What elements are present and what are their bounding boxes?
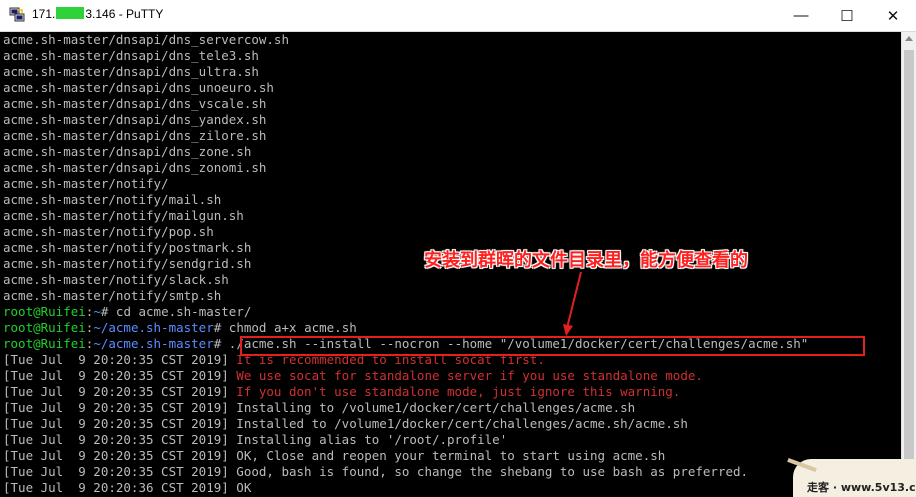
title-bar[interactable]: 171. 3.146 - PuTTY — ☐ ✕ <box>0 0 916 32</box>
listing-line: acme.sh-master/notify/pop.sh <box>3 224 214 239</box>
listing-line: acme.sh-master/dnsapi/dns_ultra.sh <box>3 64 259 79</box>
log-timestamp: [Tue Jul 9 20:20:35 CST 2019] <box>3 384 229 399</box>
listing-line: acme.sh-master/dnsapi/dns_servercow.sh <box>3 32 289 47</box>
watermark-text: 走客 · www.5v13.com <box>807 481 916 494</box>
listing-line: acme.sh-master/dnsapi/dns_yandex.sh <box>3 112 267 127</box>
close-button[interactable]: ✕ <box>870 0 916 31</box>
listing-line: acme.sh-master/dnsapi/dns_vscale.sh <box>3 96 267 111</box>
log-line: [Tue Jul 9 20:20:35 CST 2019] Good, bash… <box>3 464 748 480</box>
listing-line: acme.sh-master/dnsapi/dns_zonomi.sh <box>3 160 267 175</box>
annotation-arrow-icon <box>563 271 582 336</box>
log-message: OK, Close and reopen your terminal to st… <box>228 448 666 463</box>
log-timestamp: [Tue Jul 9 20:20:35 CST 2019] <box>3 416 229 431</box>
vertical-scrollbar[interactable] <box>901 32 916 497</box>
scrollbar-thumb[interactable] <box>904 50 914 490</box>
window-title-suffix: 3.146 - PuTTY <box>85 7 164 21</box>
log-line: [Tue Jul 9 20:20:35 CST 2019] OK, Close … <box>3 448 665 464</box>
minimize-icon: — <box>793 7 809 24</box>
prompt-path: ~/acme.sh-master <box>93 336 214 351</box>
log-line: [Tue Jul 9 20:20:36 CST 2019] OK <box>3 480 251 496</box>
log-message: Installing to /volume1/docker/cert/chall… <box>228 400 636 415</box>
scroll-up-arrow-icon[interactable] <box>905 36 913 41</box>
maximize-icon: ☐ <box>840 7 854 25</box>
listing-line: acme.sh-master/dnsapi/dns_zilore.sh <box>3 128 267 143</box>
log-line: [Tue Jul 9 20:20:35 CST 2019] It is reco… <box>3 352 545 368</box>
log-timestamp: [Tue Jul 9 20:20:35 CST 2019] <box>3 448 229 463</box>
log-message: If you don't use standalone mode, just i… <box>228 384 681 399</box>
prompt-user: root@Ruifei <box>3 320 86 335</box>
window-title: 171. 3.146 - PuTTY <box>32 7 163 21</box>
listing-line: acme.sh-master/dnsapi/dns_unoeuro.sh <box>3 80 274 95</box>
log-line: [Tue Jul 9 20:20:35 CST 2019] Installing… <box>3 432 507 448</box>
log-message: Good, bash is found, so change the sheba… <box>228 464 749 479</box>
log-message: It is recommended to install socat first… <box>228 352 545 367</box>
annotation-callout: 安装到群晖的文件目录里，能方便查看的 <box>424 250 748 271</box>
log-timestamp: [Tue Jul 9 20:20:35 CST 2019] <box>3 352 229 367</box>
listing-line: acme.sh-master/dnsapi/dns_zone.sh <box>3 144 252 159</box>
log-message: OK <box>228 480 252 495</box>
prompt-line-2: root@Ruifei:~/acme.sh-master# chmod a+x … <box>3 320 357 336</box>
putty-app-icon[interactable] <box>9 7 25 23</box>
log-timestamp: [Tue Jul 9 20:20:35 CST 2019] <box>3 432 229 447</box>
prompt-user: root@Ruifei <box>3 336 86 351</box>
listing-line: acme.sh-master/notify/postmark.sh <box>3 240 252 255</box>
maximize-button[interactable]: ☐ <box>824 0 870 31</box>
listing-line: acme.sh-master/dnsapi/dns_tele3.sh <box>3 48 259 63</box>
listing-line: acme.sh-master/notify/ <box>3 176 169 191</box>
window-title-prefix: 171. <box>32 7 56 21</box>
prompt-user: root@Ruifei <box>3 304 86 319</box>
prompt-line-1: root@Ruifei:~# cd acme.sh-master/ <box>3 304 251 320</box>
log-line: [Tue Jul 9 20:20:35 CST 2019] If you don… <box>3 384 680 400</box>
log-message: We use socat for standalone server if yo… <box>228 368 703 383</box>
listing-line: acme.sh-master/notify/sendgrid.sh <box>3 256 252 271</box>
prompt-path: ~ <box>93 304 101 319</box>
install-command-text: ./acme.sh --install --nocron --home "/vo… <box>221 336 809 351</box>
log-message: Installing alias to '/root/.profile' <box>228 432 508 447</box>
site-watermark: 走客 · www.5v13.com <box>787 457 916 497</box>
prompt-line-3: root@Ruifei:~/acme.sh-master# ./acme.sh … <box>3 336 808 352</box>
log-timestamp: [Tue Jul 9 20:20:36 CST 2019] <box>3 480 229 495</box>
listing-line: acme.sh-master/notify/slack.sh <box>3 272 229 287</box>
command-text: cd acme.sh-master/ <box>108 304 252 319</box>
listing-line: acme.sh-master/notify/mail.sh <box>3 192 222 207</box>
log-timestamp: [Tue Jul 9 20:20:35 CST 2019] <box>3 464 229 479</box>
close-icon: ✕ <box>886 7 900 25</box>
listing-line: acme.sh-master/notify/mailgun.sh <box>3 208 244 223</box>
listing-line: acme.sh-master/notify/smtp.sh <box>3 288 222 303</box>
log-line: [Tue Jul 9 20:20:35 CST 2019] Installed … <box>3 416 688 432</box>
log-line: [Tue Jul 9 20:20:35 CST 2019] We use soc… <box>3 368 703 384</box>
command-text: chmod a+x acme.sh <box>221 320 357 335</box>
log-line: [Tue Jul 9 20:20:35 CST 2019] Installing… <box>3 400 635 416</box>
log-timestamp: [Tue Jul 9 20:20:35 CST 2019] <box>3 400 229 415</box>
log-message: Installed to /volume1/docker/cert/challe… <box>228 416 688 431</box>
minimize-button[interactable]: — <box>778 0 824 31</box>
redacted-ip-block <box>56 7 85 19</box>
log-timestamp: [Tue Jul 9 20:20:35 CST 2019] <box>3 368 229 383</box>
prompt-path: ~/acme.sh-master <box>93 320 214 335</box>
